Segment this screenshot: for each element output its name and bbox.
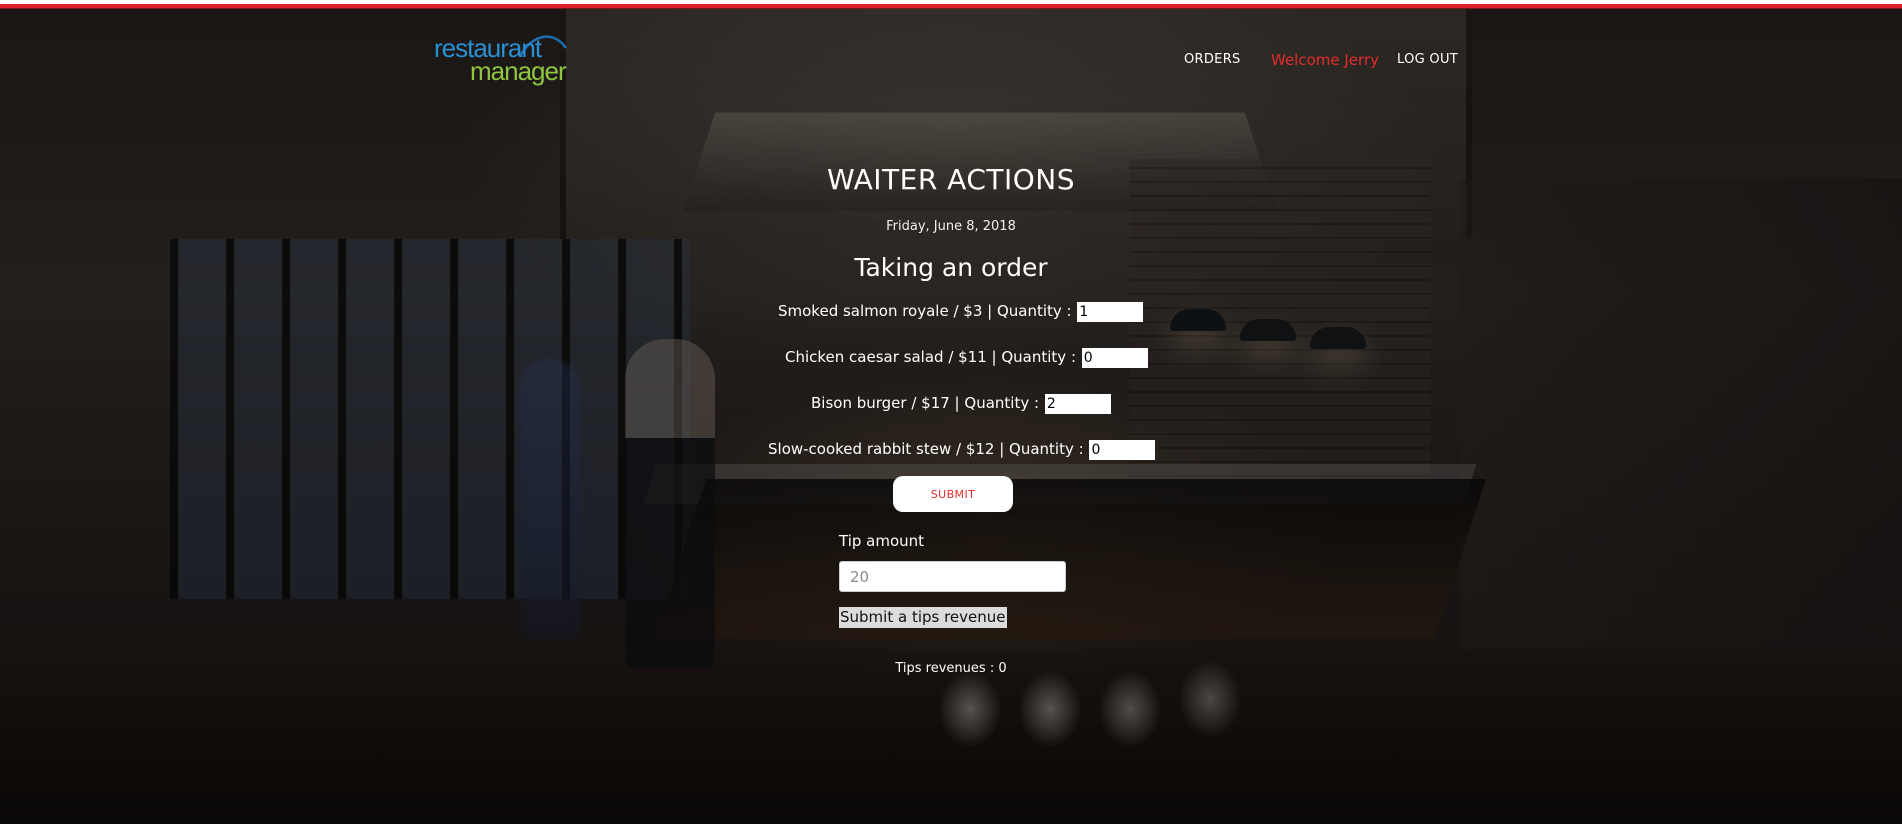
welcome-user-text: Welcome Jerry <box>1271 51 1379 69</box>
logo-text-manager: manager <box>470 56 567 86</box>
page-title: WAITER ACTIONS <box>826 163 1076 196</box>
restaurant-manager-logo[interactable]: restaurant manager <box>434 30 568 90</box>
nav-logout-link[interactable]: LOG OUT <box>1397 52 1458 67</box>
nav-orders-link[interactable]: ORDERS <box>1184 52 1241 67</box>
submit-order-button[interactable]: SUBMIT <box>893 476 1013 512</box>
tips-revenue-text: Tips revenues : 0 <box>895 661 1007 676</box>
order-item-row: Bison burger / $17 | Quantity : <box>811 392 1111 414</box>
order-item-label: Slow-cooked rabbit stew / $12 | Quantity… <box>768 440 1084 458</box>
order-item-quantity-input[interactable] <box>1089 439 1156 460</box>
order-item-quantity-input[interactable] <box>1077 301 1144 322</box>
order-item-row: Slow-cooked rabbit stew / $12 | Quantity… <box>768 438 1156 460</box>
order-item-row: Chicken caesar salad / $11 | Quantity : <box>785 346 1148 368</box>
order-item-label: Chicken caesar salad / $11 | Quantity : <box>785 348 1076 366</box>
order-item-row: Smoked salmon royale / $3 | Quantity : <box>778 300 1144 322</box>
order-item-label: Smoked salmon royale / $3 | Quantity : <box>778 302 1072 320</box>
order-section-title: Taking an order <box>854 253 1048 282</box>
order-item-quantity-input[interactable] <box>1081 347 1148 368</box>
page-date: Friday, June 8, 2018 <box>886 219 1016 234</box>
submit-tips-button[interactable]: Submit a tips revenue <box>839 607 1007 628</box>
tip-amount-input[interactable] <box>839 561 1066 592</box>
order-item-label: Bison burger / $17 | Quantity : <box>811 394 1040 412</box>
tip-amount-label: Tip amount <box>839 532 925 550</box>
order-item-quantity-input[interactable] <box>1044 393 1111 414</box>
